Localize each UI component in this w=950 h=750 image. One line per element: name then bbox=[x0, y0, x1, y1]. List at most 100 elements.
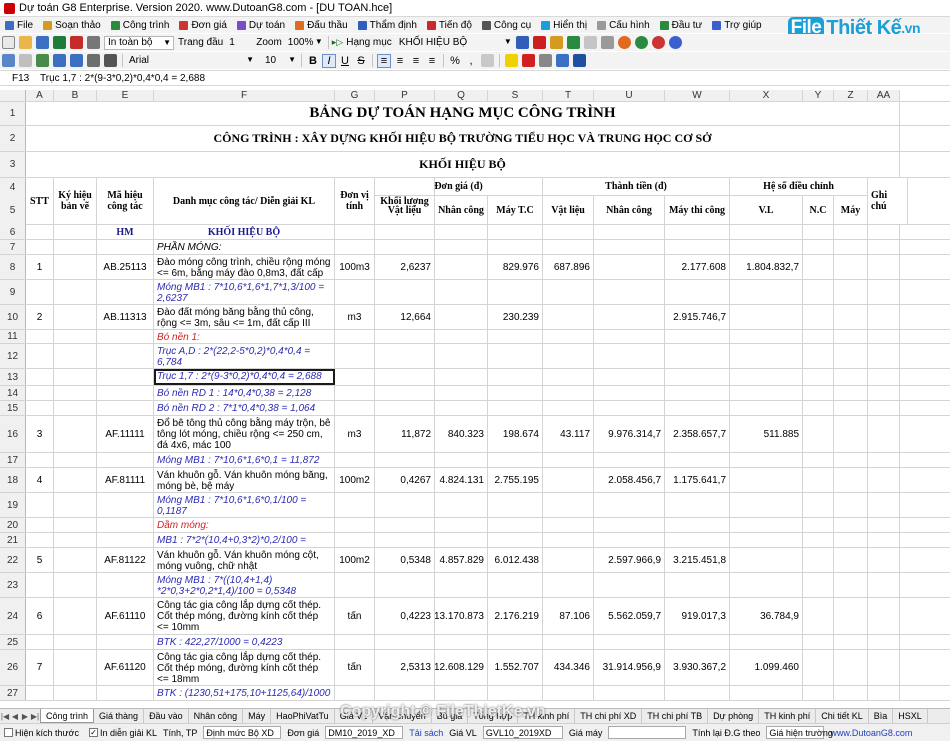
cell-u[interactable] bbox=[594, 225, 665, 239]
cell-y[interactable] bbox=[803, 330, 834, 343]
cell-z[interactable] bbox=[834, 598, 868, 634]
cell-b[interactable] bbox=[54, 240, 97, 254]
cell-w[interactable]: 2.915.746,7 bbox=[665, 305, 730, 329]
column-header-G[interactable]: G bbox=[335, 90, 375, 101]
cell-s[interactable] bbox=[488, 533, 543, 547]
menu-item-4[interactable]: Dự toán bbox=[232, 17, 290, 33]
cell-t[interactable] bbox=[543, 401, 594, 415]
cell-z[interactable] bbox=[834, 305, 868, 329]
grid-icon[interactable] bbox=[515, 36, 529, 49]
cell-u[interactable] bbox=[594, 493, 665, 517]
cell-aa[interactable] bbox=[868, 369, 900, 385]
comma-button[interactable]: , bbox=[464, 54, 478, 68]
cell-x[interactable] bbox=[730, 280, 803, 304]
cell-f[interactable]: Móng MB1 : 7*((10,4+1,4) *2*0,3+2*0,2*1,… bbox=[154, 573, 335, 597]
cell-u[interactable]: 31.914.956,9 bbox=[594, 650, 665, 685]
row-header[interactable]: 2 bbox=[0, 126, 26, 151]
cell-t[interactable] bbox=[543, 518, 594, 532]
cell-f[interactable]: Ván khuôn gỗ. Ván khuôn móng băng, móng … bbox=[154, 468, 335, 492]
cell-w[interactable]: 1.175.641,7 bbox=[665, 468, 730, 492]
cell-e[interactable] bbox=[97, 240, 154, 254]
cell-e[interactable]: AB.11313 bbox=[97, 305, 154, 329]
cell-z[interactable] bbox=[834, 453, 868, 467]
cell-b[interactable] bbox=[54, 369, 97, 385]
row-header[interactable]: 13 bbox=[0, 369, 26, 385]
cell-e[interactable]: AF.81111 bbox=[97, 468, 154, 492]
cell-b[interactable] bbox=[54, 635, 97, 649]
cell-t[interactable] bbox=[543, 280, 594, 304]
cell-q[interactable] bbox=[435, 453, 488, 467]
row-header[interactable]: 1 bbox=[0, 102, 26, 125]
row-header[interactable]: 26 bbox=[0, 650, 26, 685]
cell-w[interactable] bbox=[665, 533, 730, 547]
strike-button[interactable]: S bbox=[354, 54, 368, 68]
cell-g[interactable] bbox=[335, 401, 375, 415]
sheet-tab[interactable]: TH kinh phí bbox=[759, 709, 817, 723]
move-up-icon[interactable] bbox=[53, 54, 66, 67]
column-header-W[interactable]: W bbox=[665, 90, 730, 101]
cell-f[interactable]: MB1 : 7*2*(10,4+0,3*2)*0,2/100 = 0,308 bbox=[154, 533, 335, 547]
cell-w[interactable] bbox=[665, 369, 730, 385]
cell-x[interactable] bbox=[730, 573, 803, 597]
cell-g[interactable] bbox=[335, 635, 375, 649]
cell-x[interactable] bbox=[730, 548, 803, 572]
cell-e[interactable]: HM bbox=[97, 225, 154, 239]
cell-a[interactable]: 1 bbox=[26, 255, 54, 279]
cell-y[interactable] bbox=[803, 468, 834, 492]
cell-w[interactable] bbox=[665, 330, 730, 343]
cell-y[interactable] bbox=[803, 416, 834, 452]
menu-item-5[interactable]: Đấu thầu bbox=[290, 17, 353, 33]
cell-e[interactable]: AF.81122 bbox=[97, 548, 154, 572]
cell-p[interactable] bbox=[375, 453, 435, 467]
cell-e[interactable] bbox=[97, 401, 154, 415]
cell-b[interactable] bbox=[54, 305, 97, 329]
cell-y[interactable] bbox=[803, 548, 834, 572]
cell-s[interactable]: 1.552.707 bbox=[488, 650, 543, 685]
view-icon[interactable] bbox=[583, 36, 597, 49]
cell-y[interactable] bbox=[803, 573, 834, 597]
cell-y[interactable] bbox=[803, 401, 834, 415]
cell-g[interactable] bbox=[335, 369, 375, 385]
cell-x[interactable] bbox=[730, 369, 803, 385]
cell-aa[interactable] bbox=[868, 305, 900, 329]
cell-s[interactable] bbox=[488, 369, 543, 385]
cell-t[interactable] bbox=[543, 548, 594, 572]
cell-p[interactable]: 11,872 bbox=[375, 416, 435, 452]
cell-a[interactable] bbox=[26, 369, 54, 385]
cell-w[interactable] bbox=[665, 518, 730, 532]
next-sheet-icon[interactable]: ▶ bbox=[20, 712, 30, 721]
cell-u[interactable]: 5.562.059,7 bbox=[594, 598, 665, 634]
cell-g[interactable]: tấn bbox=[335, 598, 375, 634]
cell-t[interactable] bbox=[543, 225, 594, 239]
cell-e[interactable] bbox=[97, 330, 154, 343]
cell-g[interactable] bbox=[335, 493, 375, 517]
cell-q[interactable] bbox=[435, 401, 488, 415]
cell-s[interactable] bbox=[488, 635, 543, 649]
column-header-Z[interactable]: Z bbox=[834, 90, 868, 101]
cell-z[interactable] bbox=[834, 493, 868, 517]
cell-a[interactable]: 4 bbox=[26, 468, 54, 492]
cell-t[interactable] bbox=[543, 686, 594, 700]
cell-t[interactable]: 43.117 bbox=[543, 416, 594, 452]
cell-p[interactable] bbox=[375, 344, 435, 368]
cell-q[interactable]: 12.608.129 bbox=[435, 650, 488, 685]
filter-icon[interactable] bbox=[87, 54, 100, 67]
cell-a[interactable] bbox=[26, 401, 54, 415]
cell-w[interactable]: 3.930.367,2 bbox=[665, 650, 730, 685]
load-book-link[interactable]: Tải sách bbox=[409, 728, 443, 738]
print-kl-checkbox[interactable]: ✓ bbox=[88, 728, 98, 737]
recalc-select[interactable]: Giá hiện trường bbox=[766, 726, 833, 739]
cell-e[interactable]: AB.25113 bbox=[97, 255, 154, 279]
start-page-input[interactable]: 1 bbox=[226, 36, 252, 50]
cell-p[interactable] bbox=[375, 369, 435, 385]
cell-f[interactable]: Ván khuôn gỗ. Ván khuôn móng cột, móng v… bbox=[154, 548, 335, 572]
cell-z[interactable] bbox=[834, 280, 868, 304]
cell-x[interactable] bbox=[730, 468, 803, 492]
cell-a[interactable]: 6 bbox=[26, 598, 54, 634]
cell-aa[interactable] bbox=[868, 401, 900, 415]
cell-t[interactable] bbox=[543, 386, 594, 400]
cell-s[interactable]: 230.239 bbox=[488, 305, 543, 329]
sheet-tab[interactable]: Giá thàng bbox=[94, 709, 145, 723]
cell-aa[interactable] bbox=[868, 533, 900, 547]
cell-q[interactable] bbox=[435, 255, 488, 279]
